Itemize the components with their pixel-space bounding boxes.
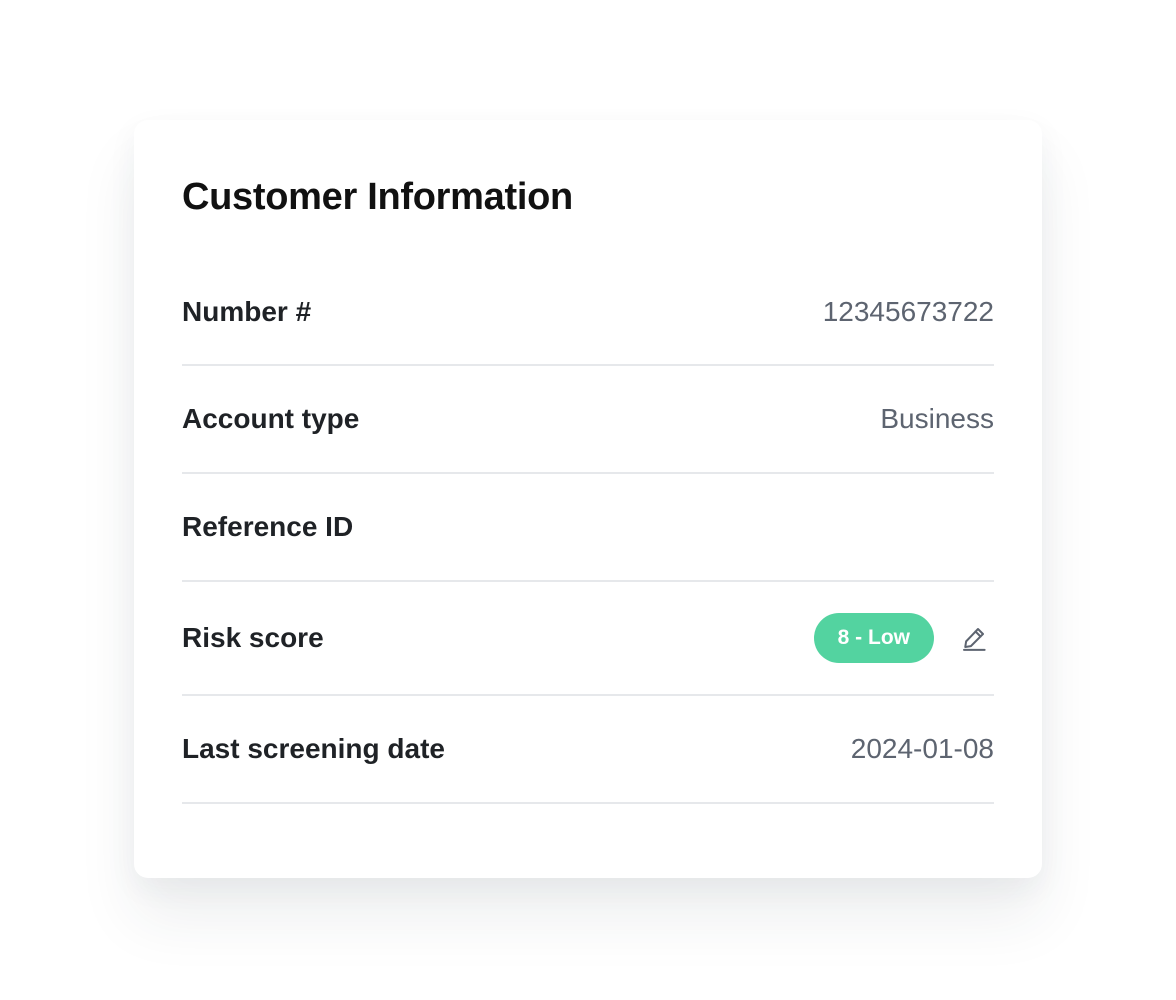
row-risk-score: Risk score 8 - Low: [182, 582, 994, 696]
risk-score-label: Risk score: [182, 622, 324, 653]
account-type-label: Account type: [182, 403, 360, 434]
card-title: Customer Information: [182, 176, 573, 218]
risk-score-controls: 8 - Low: [813, 613, 994, 663]
edit-risk-score-button[interactable]: [954, 618, 994, 658]
info-list: Number # 12345673722 Account type Busine…: [182, 260, 994, 804]
row-account-type: Account type Business: [182, 366, 994, 474]
risk-score-badge: 8 - Low: [813, 613, 934, 663]
customer-information-card: Customer Information Number # 1234567372…: [134, 120, 1042, 878]
account-type-value: Business: [880, 403, 994, 434]
last-screening-date-label: Last screening date: [182, 733, 445, 764]
row-reference-id: Reference ID: [182, 474, 994, 582]
row-last-screening-date: Last screening date 2024-01-08: [182, 696, 994, 804]
row-number: Number # 12345673722: [182, 260, 994, 366]
page-canvas: Customer Information Number # 1234567372…: [0, 0, 1176, 1000]
reference-id-label: Reference ID: [182, 511, 354, 542]
number-label: Number #: [182, 296, 312, 327]
last-screening-date-value: 2024-01-08: [850, 733, 994, 764]
pencil-edit-icon: [963, 628, 986, 651]
number-value: 12345673722: [822, 296, 994, 327]
